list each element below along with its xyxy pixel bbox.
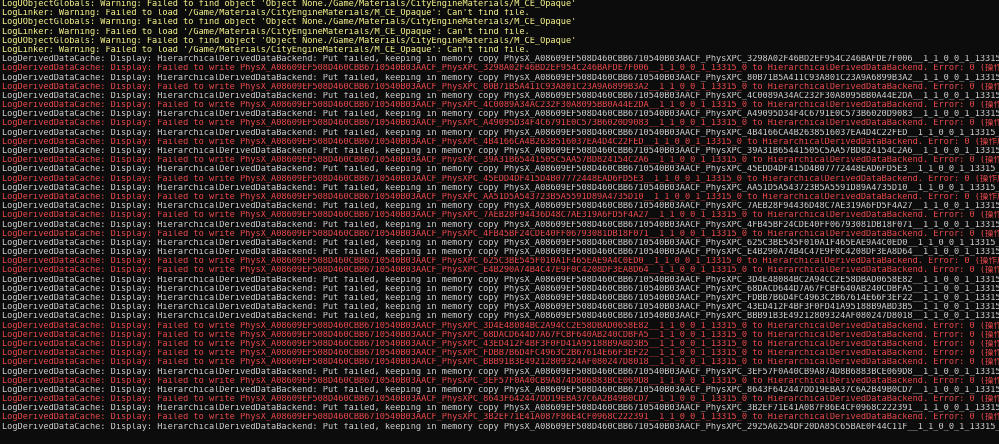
- log-line: LogLinker: Warning: Failed to load '/Gam…: [2, 9, 530, 19]
- log-line: LogDerivedDataCache: Display: Hierarchic…: [2, 404, 999, 414]
- log-line: LogDerivedDataCache: Display: Hierarchic…: [2, 91, 999, 101]
- log-lines: LogUObjectGlobals: Warning: Failed to fi…: [2, 0, 999, 432]
- log-line: LogDerivedDataCache: Display: Failed to …: [2, 330, 999, 340]
- log-line: LogDerivedDataCache: Display: Hierarchic…: [2, 275, 999, 285]
- log-line: LogDerivedDataCache: Display: Hierarchic…: [2, 284, 999, 294]
- log-line: LogDerivedDataCache: Display: Failed to …: [2, 101, 999, 111]
- log-line: LogDerivedDataCache: Display: Hierarchic…: [2, 422, 999, 432]
- log-line: LogDerivedDataCache: Display: Failed to …: [2, 82, 999, 92]
- log-line: LogDerivedDataCache: Display: Failed to …: [2, 257, 999, 267]
- log-line: LogUObjectGlobals: Warning: Failed to fi…: [2, 36, 577, 46]
- log-line: LogDerivedDataCache: Display: Failed to …: [2, 321, 999, 331]
- log-line: LogDerivedDataCache: Display: Hierarchic…: [2, 294, 999, 303]
- log-line: LogDerivedDataCache: Display: Failed to …: [2, 211, 999, 221]
- log-line: LogDerivedDataCache: Display: Hierarchic…: [2, 165, 999, 175]
- log-line: LogDerivedDataCache: Display: Hierarchic…: [2, 55, 999, 65]
- log-line: LogDerivedDataCache: Display: Hierarchic…: [2, 128, 999, 138]
- log-line: LogDerivedDataCache: Display: Hierarchic…: [2, 183, 999, 193]
- log-line: LogDerivedDataCache: Display: Hierarchic…: [2, 238, 999, 248]
- log-line: LogDerivedDataCache: Display: Failed to …: [2, 339, 999, 349]
- log-line: LogDerivedDataCache: Display: Hierarchic…: [2, 147, 999, 156]
- log-line: LogDerivedDataCache: Display: Failed to …: [2, 376, 999, 386]
- log-line: LogDerivedDataCache: Display: Hierarchic…: [2, 385, 999, 395]
- log-line: LogLinker: Warning: Failed to load '/Gam…: [2, 45, 530, 55]
- log-line: LogUObjectGlobals: Warning: Failed to fi…: [2, 0, 577, 9]
- log-line: LogDerivedDataCache: Display: Hierarchic…: [2, 202, 999, 212]
- log-line: LogDerivedDataCache: Display: Failed to …: [2, 266, 999, 276]
- log-line: LogDerivedDataCache: Display: Failed to …: [2, 229, 999, 239]
- log-line: LogDerivedDataCache: Display: Failed to …: [2, 119, 999, 129]
- log-line: LogDerivedDataCache: Display: Failed to …: [2, 137, 999, 147]
- log-line: LogDerivedDataCache: Display: Failed to …: [2, 192, 999, 202]
- log-line: LogDerivedDataCache: Display: Failed to …: [2, 64, 999, 74]
- log-line: LogDerivedDataCache: Display: Failed to …: [2, 349, 999, 359]
- log-line: LogDerivedDataCache: Display: Failed to …: [2, 358, 999, 368]
- log-line: LogDerivedDataCache: Display: Failed to …: [2, 395, 999, 405]
- log-line: LogDerivedDataCache: Display: Hierarchic…: [2, 248, 999, 258]
- log-line: LogDerivedDataCache: Display: Hierarchic…: [2, 367, 999, 377]
- log-line: LogDerivedDataCache: Display: Failed to …: [2, 413, 999, 423]
- console-output: LogUObjectGlobals: Warning: Failed to fi…: [0, 0, 999, 444]
- log-line: LogLinker: Warning: Failed to load '/Gam…: [2, 27, 530, 37]
- log-line: LogDerivedDataCache: Display: Hierarchic…: [2, 312, 999, 322]
- log-line: LogDerivedDataCache: Display: Hierarchic…: [2, 220, 999, 230]
- log-line: LogDerivedDataCache: Display: Failed to …: [2, 156, 999, 166]
- log-line: LogDerivedDataCache: Display: Hierarchic…: [2, 303, 999, 313]
- log-line: LogUObjectGlobals: Warning: Failed to fi…: [2, 18, 577, 28]
- log-line: LogDerivedDataCache: Display: Failed to …: [2, 174, 999, 184]
- log-line: LogDerivedDataCache: Display: Hierarchic…: [2, 73, 999, 83]
- log-line: LogDerivedDataCache: Display: Hierarchic…: [2, 110, 999, 120]
